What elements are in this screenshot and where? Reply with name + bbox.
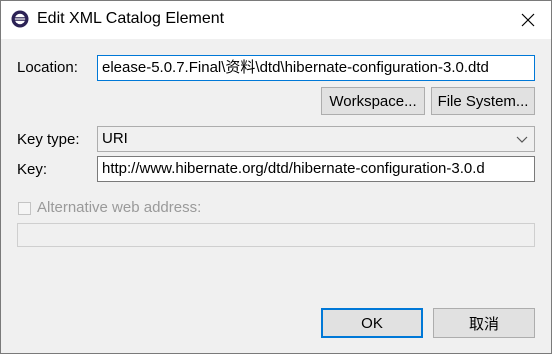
ok-button[interactable]: OK (321, 308, 423, 338)
workspace-button[interactable]: Workspace... (321, 87, 425, 115)
key-label: Key: (17, 161, 48, 178)
close-icon (521, 13, 535, 27)
title-bar: Edit XML Catalog Element (1, 1, 551, 39)
file-system-button-label: File System... (437, 92, 529, 110)
location-value: elease-5.0.7.Final\资料\dtd\hibernate-conf… (102, 59, 489, 76)
cancel-button[interactable]: 取消 (433, 308, 535, 338)
alternative-web-address-input[interactable] (17, 223, 535, 247)
alternative-web-address-checkbox[interactable] (18, 202, 31, 215)
eclipse-icon (11, 10, 29, 28)
chevron-down-icon (516, 136, 528, 143)
key-type-value: URI (102, 130, 128, 147)
file-system-button[interactable]: File System... (431, 87, 535, 115)
alternative-web-address-label: Alternative web address: (37, 199, 202, 216)
key-type-label: Key type: (17, 131, 80, 148)
workspace-button-label: Workspace... (329, 92, 417, 110)
location-input[interactable]: elease-5.0.7.Final\资料\dtd\hibernate-conf… (97, 55, 535, 81)
window-title: Edit XML Catalog Element (37, 10, 225, 27)
close-button[interactable] (505, 1, 551, 39)
cancel-button-label: 取消 (468, 315, 499, 333)
location-label: Location: (17, 59, 78, 76)
edit-xml-catalog-dialog: Edit XML Catalog Element Location: eleas… (0, 0, 552, 354)
key-input[interactable]: http://www.hibernate.org/dtd/hibernate-c… (97, 156, 535, 182)
key-value: http://www.hibernate.org/dtd/hibernate-c… (102, 160, 485, 177)
ok-button-label: OK (361, 314, 383, 332)
key-type-select[interactable]: URI (97, 126, 535, 152)
